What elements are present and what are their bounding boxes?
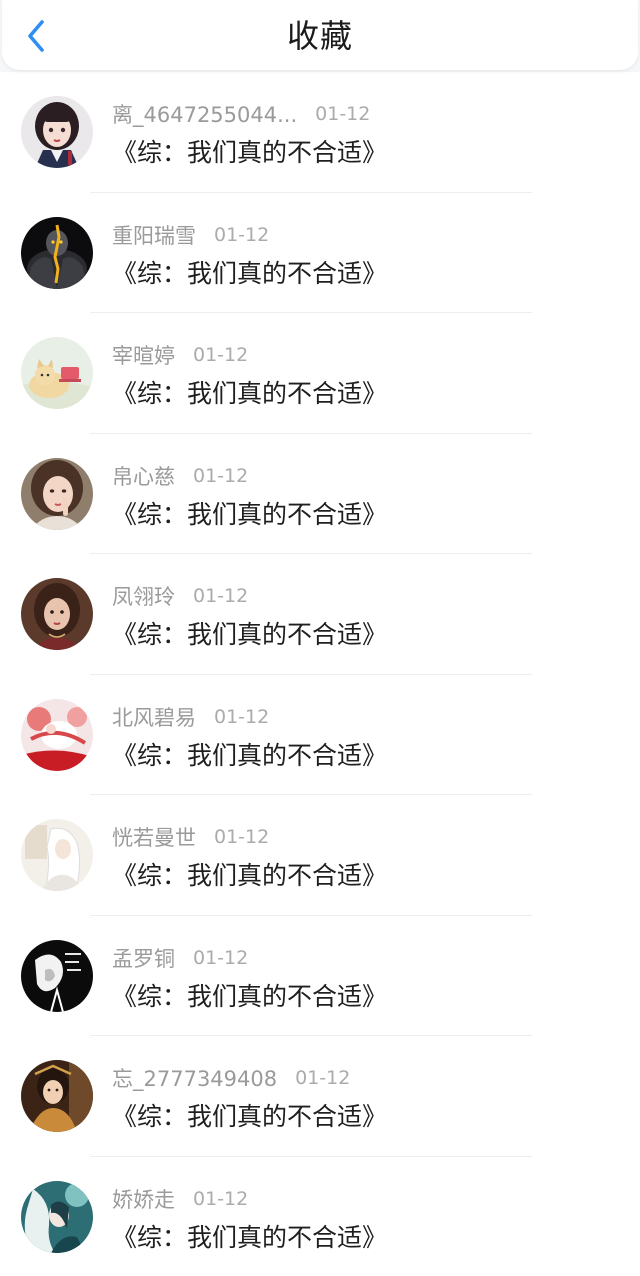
- item-date: 01-12: [315, 103, 371, 125]
- favorites-page: 收藏 离_4647255044... 01-12 《综：我们真的不合适》 重阳瑞…: [0, 0, 640, 1276]
- avatar: [21, 216, 93, 289]
- item-meta: 重阳瑞雪 01-12: [112, 219, 269, 251]
- user-name[interactable]: 重阳瑞雪: [112, 220, 196, 250]
- girl-photo-avatar-image: [21, 457, 93, 530]
- item-meta: 恍若曼世 01-12: [112, 821, 269, 853]
- list-item[interactable]: 离_4647255044... 01-12 《综：我们真的不合适》: [0, 72, 640, 193]
- user-name[interactable]: 孟罗铜: [112, 943, 175, 973]
- teal-art-avatar-image: [21, 1180, 93, 1253]
- red-white-art-avatar-image: [21, 698, 93, 771]
- user-name[interactable]: 恍若曼世: [112, 822, 196, 852]
- avatar: [21, 1180, 93, 1253]
- ancient-costume-avatar-image: [21, 1060, 93, 1132]
- book-title[interactable]: 《综：我们真的不合适》: [112, 377, 387, 411]
- list-item[interactable]: 娇娇走 01-12 《综：我们真的不合适》: [0, 1157, 640, 1276]
- list-item[interactable]: 孟罗铜 01-12 《综：我们真的不合适》: [0, 916, 640, 1036]
- book-title[interactable]: 《综：我们真的不合适》: [112, 980, 387, 1014]
- avatar: [21, 819, 93, 891]
- avatar: [21, 96, 93, 168]
- book-title[interactable]: 《综：我们真的不合适》: [112, 136, 387, 170]
- user-name[interactable]: 离_4647255044...: [112, 99, 297, 129]
- list-item[interactable]: 忘_2777349408 01-12 《综：我们真的不合适》: [0, 1036, 640, 1157]
- book-title[interactable]: 《综：我们真的不合适》: [112, 498, 387, 532]
- avatar: [21, 578, 93, 650]
- user-name[interactable]: 北风碧易: [112, 702, 196, 732]
- page-title: 收藏: [286, 17, 353, 55]
- user-name[interactable]: 宰暄婷: [112, 340, 175, 370]
- item-meta: 忘_2777349408 01-12: [112, 1062, 350, 1094]
- book-title[interactable]: 《综：我们真的不合适》: [112, 739, 387, 773]
- book-title[interactable]: 《综：我们真的不合适》: [112, 1221, 387, 1255]
- item-meta: 孟罗铜 01-12: [112, 942, 248, 974]
- item-date: 01-12: [193, 1187, 249, 1210]
- portrait-avatar-image: [21, 578, 93, 650]
- item-meta: 凤翎玲 01-12: [112, 580, 248, 612]
- item-date: 01-12: [214, 705, 270, 728]
- header-bar: 收藏: [2, 0, 638, 70]
- list-item[interactable]: 帛心慈 01-12 《综：我们真的不合适》: [0, 434, 640, 554]
- item-date: 01-12: [193, 585, 249, 607]
- book-title[interactable]: 《综：我们真的不合适》: [112, 618, 387, 652]
- avatar: [21, 698, 93, 771]
- white-hair-avatar-image: [21, 819, 93, 891]
- item-meta: 帛心慈 01-12: [112, 460, 248, 492]
- list-item[interactable]: 重阳瑞雪 01-12 《综：我们真的不合适》: [0, 193, 640, 313]
- item-date: 01-12: [295, 1067, 351, 1089]
- avatar: [21, 939, 93, 1012]
- book-title[interactable]: 《综：我们真的不合适》: [112, 1100, 387, 1134]
- dark-warrior-avatar-image: [21, 216, 93, 289]
- item-date: 01-12: [193, 344, 249, 366]
- black-white-art-avatar-image: [21, 939, 93, 1012]
- avatar: [21, 1060, 93, 1132]
- book-title[interactable]: 《综：我们真的不合适》: [112, 859, 387, 893]
- item-date: 01-12: [214, 223, 270, 246]
- list-item[interactable]: 宰暄婷 01-12 《综：我们真的不合适》: [0, 313, 640, 434]
- item-date: 01-12: [193, 464, 249, 487]
- item-date: 01-12: [214, 826, 270, 848]
- favorites-list: 离_4647255044... 01-12 《综：我们真的不合适》 重阳瑞雪 0…: [0, 72, 640, 1276]
- user-name[interactable]: 忘_2777349408: [112, 1063, 277, 1093]
- list-item[interactable]: 恍若曼世 01-12 《综：我们真的不合适》: [0, 795, 640, 916]
- book-title[interactable]: 《综：我们真的不合适》: [112, 257, 387, 291]
- cat-avatar-image: [21, 337, 93, 409]
- user-name[interactable]: 凤翎玲: [112, 581, 175, 611]
- list-item[interactable]: 北风碧易 01-12 《综：我们真的不合适》: [0, 675, 640, 795]
- item-meta: 宰暄婷 01-12: [112, 339, 248, 371]
- item-meta: 娇娇走 01-12: [112, 1183, 248, 1215]
- user-name[interactable]: 帛心慈: [112, 461, 175, 491]
- item-date: 01-12: [193, 946, 249, 969]
- user-name[interactable]: 娇娇走: [112, 1184, 175, 1214]
- list-item[interactable]: 凤翎玲 01-12 《综：我们真的不合适》: [0, 554, 640, 675]
- avatar: [21, 337, 93, 409]
- avatar: [21, 457, 93, 530]
- anime-girl-avatar-image: [21, 96, 93, 168]
- item-meta: 离_4647255044... 01-12: [112, 98, 370, 130]
- item-meta: 北风碧易 01-12: [112, 701, 269, 733]
